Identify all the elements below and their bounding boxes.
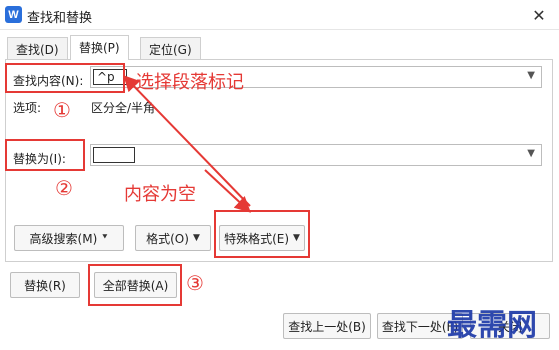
options-label: 选项:: [13, 101, 42, 115]
replace-input[interactable]: [93, 147, 135, 163]
step-1-marker: ①: [53, 98, 71, 122]
annotation-select-paragraph: 选择段落标记: [136, 72, 244, 93]
close-icon[interactable]: ✕: [527, 3, 551, 27]
window-title: 查找和替换: [27, 11, 93, 26]
tab-goto[interactable]: 定位(G): [140, 37, 201, 59]
options-value: 区分全/半角: [91, 101, 156, 115]
chevron-down-icon[interactable]: ▼: [527, 148, 535, 159]
tab-replace[interactable]: 替换(P): [70, 35, 129, 60]
replace-combo[interactable]: ▼: [90, 144, 542, 166]
find-annotation-box: [5, 63, 125, 93]
special-format-annotation-box: [214, 210, 310, 258]
title-bar: W 查找和替换 ✕: [0, 0, 559, 30]
chevron-down-icon: ▼: [192, 233, 200, 243]
advanced-search-button[interactable]: 高级搜索(M) ⯆: [14, 225, 124, 251]
step-3-marker: ③: [186, 271, 204, 295]
advanced-search-label: 高级搜索(M): [29, 231, 98, 246]
replace-button[interactable]: 替换(R): [10, 272, 80, 298]
tab-find[interactable]: 查找(D): [7, 37, 68, 59]
annotation-content-empty: 内容为空: [124, 184, 196, 205]
chevron-down-icon[interactable]: ▼: [527, 70, 535, 81]
format-label: 格式(O): [146, 231, 189, 246]
replace-annotation-box: [5, 139, 85, 171]
wps-app-icon: W: [5, 6, 22, 23]
find-previous-button[interactable]: 查找上一处(B): [283, 313, 371, 339]
step-2-marker: ②: [55, 176, 73, 200]
double-chevron-icon: ⯆: [101, 233, 109, 243]
watermark-logo: 最需网: [447, 308, 537, 343]
replace-all-annotation-box: [88, 264, 182, 306]
format-button[interactable]: 格式(O) ▼: [135, 225, 211, 251]
